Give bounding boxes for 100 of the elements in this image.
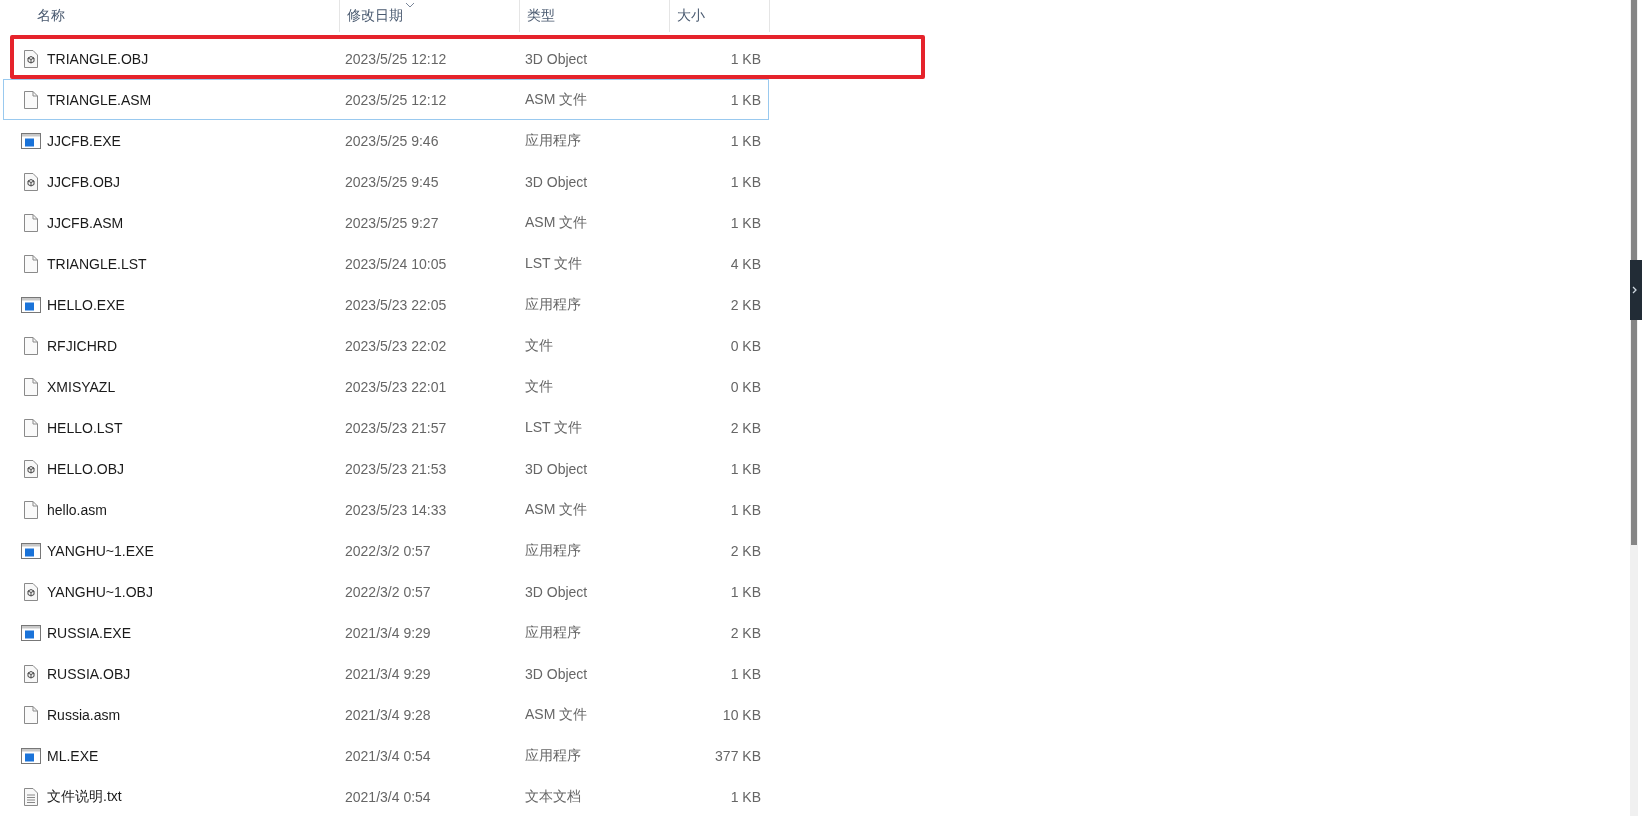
modified-date: 2023/5/25 12:12 xyxy=(345,50,447,67)
file-row[interactable]: TRIANGLE.LST 2023/5/24 10:05 LST 文件 4 KB xyxy=(3,243,769,284)
file-row[interactable]: 文件说明.txt 2021/3/4 0:54 文本文档 1 KB xyxy=(3,776,769,816)
file-size: 1 KB xyxy=(730,583,761,600)
file-type: ASM 文件 xyxy=(525,213,588,232)
file-size: 10 KB xyxy=(722,706,761,723)
scrollbar[interactable] xyxy=(1630,0,1638,816)
modified-date: 2021/3/4 9:29 xyxy=(345,624,431,641)
file-type: LST 文件 xyxy=(525,418,583,437)
file-row[interactable]: HELLO.LST 2023/5/23 21:57 LST 文件 2 KB xyxy=(3,407,769,448)
file-name: JJCFB.EXE xyxy=(47,132,121,149)
modified-date: 2023/5/25 12:12 xyxy=(345,91,447,108)
file-type: 应用程序 xyxy=(525,541,581,560)
file-icon xyxy=(23,704,39,725)
file-row[interactable]: RUSSIA.EXE 2021/3/4 9:29 应用程序 2 KB xyxy=(3,612,769,653)
file-size: 0 KB xyxy=(730,337,761,354)
file-name: HELLO.LST xyxy=(47,419,123,436)
file-row[interactable]: TRIANGLE.ASM 2023/5/25 12:12 ASM 文件 1 KB xyxy=(3,79,769,120)
application-window-icon xyxy=(21,624,41,641)
modified-date: 2021/3/4 0:54 xyxy=(345,788,431,805)
cube-file-icon xyxy=(23,458,39,479)
file-row[interactable]: Russia.asm 2021/3/4 9:28 ASM 文件 10 KB xyxy=(3,694,769,735)
file-row[interactable]: RUSSIA.OBJ 2021/3/4 9:29 3D Object 1 KB xyxy=(3,653,769,694)
file-size: 1 KB xyxy=(730,501,761,518)
file-name: HELLO.EXE xyxy=(47,296,125,313)
file-size: 377 KB xyxy=(715,747,761,764)
modified-date: 2021/3/4 0:54 xyxy=(345,747,431,764)
file-row[interactable]: ML.EXE 2021/3/4 0:54 应用程序 377 KB xyxy=(3,735,769,776)
file-name: RUSSIA.OBJ xyxy=(47,665,131,682)
modified-date: 2023/5/23 22:02 xyxy=(345,337,447,354)
file-row[interactable]: YANGHU~1.EXE 2022/3/2 0:57 应用程序 2 KB xyxy=(3,530,769,571)
file-type: 文本文档 xyxy=(525,787,581,806)
modified-date: 2021/3/4 9:28 xyxy=(345,706,431,723)
file-name: TRIANGLE.ASM xyxy=(47,91,152,108)
modified-date: 2023/5/25 9:27 xyxy=(345,214,439,231)
file-size: 1 KB xyxy=(730,460,761,477)
file-name: Russia.asm xyxy=(47,706,121,723)
file-row[interactable]: JJCFB.ASM 2023/5/25 9:27 ASM 文件 1 KB xyxy=(3,202,769,243)
file-row[interactable]: JJCFB.EXE 2023/5/25 9:46 应用程序 1 KB xyxy=(3,120,769,161)
column-header[interactable]: 修改日期 xyxy=(340,0,520,32)
file-type: 3D Object xyxy=(525,173,588,190)
file-type: ASM 文件 xyxy=(525,500,588,519)
file-row[interactable]: HELLO.OBJ 2023/5/23 21:53 3D Object 1 KB xyxy=(3,448,769,489)
column-header[interactable]: 名称 xyxy=(0,0,340,32)
column-header[interactable]: 类型 xyxy=(520,0,670,32)
file-type: ASM 文件 xyxy=(525,705,588,724)
application-window-icon xyxy=(21,747,41,764)
file-size: 0 KB xyxy=(730,378,761,395)
modified-date: 2021/3/4 9:29 xyxy=(345,665,431,682)
file-icon xyxy=(23,89,39,110)
modified-date: 2023/5/23 21:57 xyxy=(345,419,447,436)
application-window-icon xyxy=(21,296,41,313)
file-size: 1 KB xyxy=(730,91,761,108)
file-name: RUSSIA.EXE xyxy=(47,624,132,641)
file-type: 应用程序 xyxy=(525,746,581,765)
application-window-icon xyxy=(21,542,41,559)
file-size: 1 KB xyxy=(730,173,761,190)
file-name: HELLO.OBJ xyxy=(47,460,125,477)
file-row[interactable]: JJCFB.OBJ 2023/5/25 9:45 3D Object 1 KB xyxy=(3,161,769,202)
file-size: 4 KB xyxy=(730,255,761,272)
cube-file-icon xyxy=(23,581,39,602)
modified-date: 2022/3/2 0:57 xyxy=(345,583,431,600)
file-row[interactable]: TRIANGLE.OBJ 2023/5/25 12:12 3D Object 1 KB xyxy=(3,38,769,79)
file-name: YANGHU~1.EXE xyxy=(47,542,154,559)
file-type: 应用程序 xyxy=(525,295,581,314)
file-icon xyxy=(23,417,39,438)
file-size: 1 KB xyxy=(730,665,761,682)
modified-date: 2023/5/23 21:53 xyxy=(345,460,447,477)
file-row[interactable]: YANGHU~1.OBJ 2022/3/2 0:57 3D Object 1 KB xyxy=(3,571,769,612)
file-name: RFJICHRD xyxy=(47,337,117,354)
side-panel-tab[interactable] xyxy=(1630,260,1642,320)
file-type: 3D Object xyxy=(525,583,588,600)
file-type: 应用程序 xyxy=(525,131,581,150)
file-name: TRIANGLE.LST xyxy=(47,255,147,272)
file-type: ASM 文件 xyxy=(525,90,588,109)
file-row[interactable]: XMISYAZL 2023/5/23 22:01 文件 0 KB xyxy=(3,366,769,407)
file-name: JJCFB.OBJ xyxy=(47,173,121,190)
file-type: 3D Object xyxy=(525,665,588,682)
file-name: XMISYAZL xyxy=(47,378,116,395)
column-header[interactable]: 大小 xyxy=(670,0,770,32)
modified-date: 2022/3/2 0:57 xyxy=(345,542,431,559)
file-size: 1 KB xyxy=(730,132,761,149)
file-icon xyxy=(23,499,39,520)
file-type: 文件 xyxy=(525,336,553,355)
file-row[interactable]: RFJICHRD 2023/5/23 22:02 文件 0 KB xyxy=(3,325,769,366)
cube-file-icon xyxy=(23,663,39,684)
file-name: ML.EXE xyxy=(47,747,99,764)
file-name: YANGHU~1.OBJ xyxy=(47,583,153,600)
file-type: 3D Object xyxy=(525,50,588,67)
file-size: 2 KB xyxy=(730,296,761,313)
cube-file-icon xyxy=(23,171,39,192)
modified-date: 2023/5/25 9:45 xyxy=(345,173,439,190)
file-row[interactable]: HELLO.EXE 2023/5/23 22:05 应用程序 2 KB xyxy=(3,284,769,325)
file-name: hello.asm xyxy=(47,501,107,518)
file-row[interactable]: hello.asm 2023/5/23 14:33 ASM 文件 1 KB xyxy=(3,489,769,530)
file-size: 1 KB xyxy=(730,788,761,805)
modified-date: 2023/5/23 22:05 xyxy=(345,296,447,313)
file-type: 应用程序 xyxy=(525,623,581,642)
file-size: 2 KB xyxy=(730,542,761,559)
modified-date: 2023/5/25 9:46 xyxy=(345,132,439,149)
